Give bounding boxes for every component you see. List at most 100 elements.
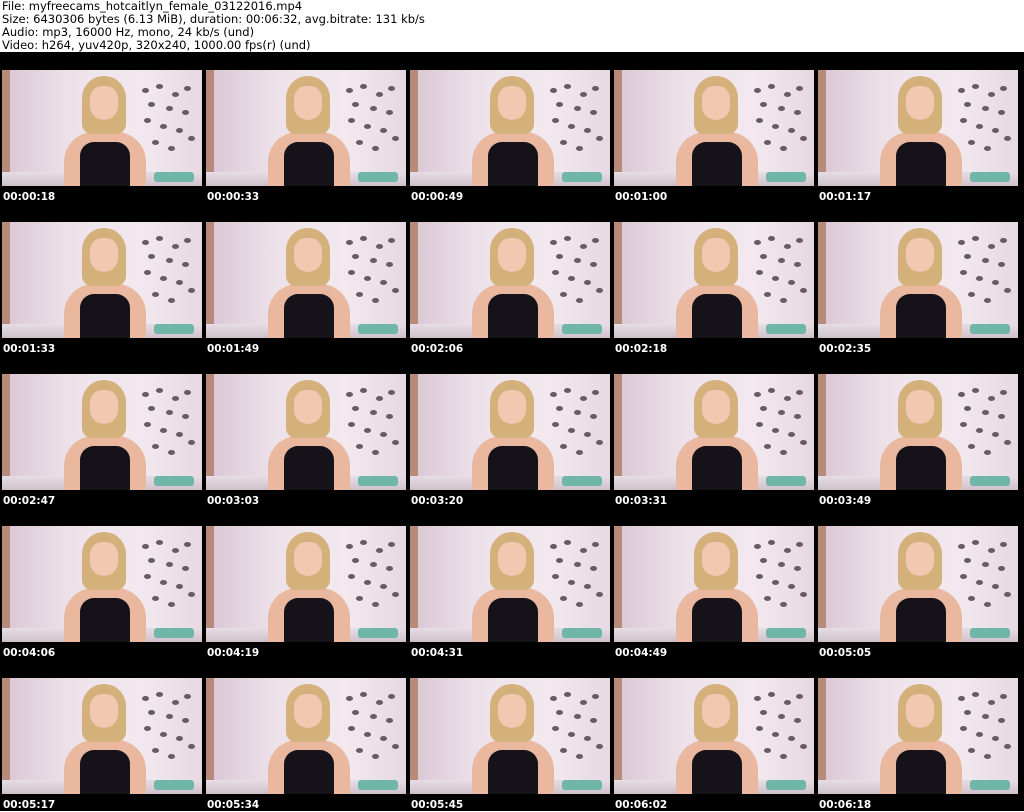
video-frame-thumbnail	[2, 374, 202, 490]
person-figure	[468, 380, 558, 490]
butterfly-decal	[372, 602, 379, 607]
butterfly-decal	[388, 542, 395, 547]
butterfly-decal	[376, 92, 383, 97]
video-frame-thumbnail	[206, 70, 406, 186]
teal-pillow	[562, 476, 602, 486]
butterfly-decal	[564, 692, 571, 697]
wall-edge	[818, 526, 826, 642]
butterfly-decal	[380, 128, 387, 133]
person-figure	[672, 684, 762, 794]
butterfly-decal	[992, 736, 999, 741]
butterfly-decal	[372, 298, 379, 303]
butterfly-decal	[386, 718, 393, 723]
butterfly-decal	[356, 140, 363, 145]
person-figure	[60, 380, 150, 490]
butterfly-decal	[800, 592, 807, 597]
person-top	[896, 294, 946, 338]
butterfly-decal	[188, 592, 195, 597]
butterfly-decal	[778, 410, 785, 415]
butterfly-decal	[176, 736, 183, 741]
butterfly-decal	[800, 440, 807, 445]
butterfly-decal	[982, 562, 989, 567]
video-info-line: Video: h264, yuv420p, 320x240, 1000.00 f…	[2, 38, 311, 52]
person-figure	[264, 228, 354, 338]
thumbnail-tile: 00:05:34	[204, 660, 406, 812]
wall-edge	[2, 374, 10, 490]
video-frame-thumbnail	[206, 222, 406, 338]
person-figure	[876, 380, 966, 490]
thumbnail-tile: 00:01:49	[204, 204, 406, 356]
video-frame-thumbnail	[410, 70, 610, 186]
teal-pillow	[154, 628, 194, 638]
person-figure	[264, 380, 354, 490]
butterfly-decal	[784, 244, 791, 249]
wall-edge	[614, 678, 622, 794]
timestamp-label: 00:04:06	[3, 647, 56, 659]
butterfly-decal	[156, 692, 163, 697]
butterfly-decal	[392, 744, 399, 749]
butterfly-decal	[370, 258, 377, 263]
butterfly-decal	[992, 584, 999, 589]
teal-pillow	[970, 172, 1010, 182]
butterfly-decal	[998, 718, 1005, 723]
butterfly-decal	[160, 124, 167, 129]
butterfly-decal	[784, 396, 791, 401]
butterfly-decal	[788, 432, 795, 437]
butterfly-decal	[590, 414, 597, 419]
butterfly-decal	[580, 700, 587, 705]
person-figure	[876, 532, 966, 642]
butterfly-decal	[392, 592, 399, 597]
wall-edge	[2, 222, 10, 338]
butterfly-decal	[576, 146, 583, 151]
butterfly-decal	[592, 238, 599, 243]
butterfly-decal	[166, 258, 173, 263]
person-top	[80, 294, 130, 338]
wall-edge	[818, 374, 826, 490]
butterfly-decal	[568, 732, 575, 737]
butterfly-decal	[172, 92, 179, 97]
butterfly-decal	[768, 540, 775, 545]
video-frame-thumbnail	[818, 70, 1018, 186]
butterfly-decal	[800, 136, 807, 141]
timestamp-label: 00:02:35	[819, 343, 872, 355]
butterfly-decal	[182, 414, 189, 419]
butterfly-decal	[984, 602, 991, 607]
butterfly-decal	[370, 410, 377, 415]
butterfly-decal	[392, 288, 399, 293]
butterfly-decal	[592, 86, 599, 91]
person-face	[90, 86, 118, 120]
video-frame-thumbnail	[410, 526, 610, 642]
person-face	[906, 390, 934, 424]
butterfly-decal	[984, 146, 991, 151]
timestamp-label: 00:03:03	[207, 495, 260, 507]
butterfly-decal	[984, 450, 991, 455]
person-face	[294, 542, 322, 576]
person-top	[692, 750, 742, 794]
butterfly-decal	[168, 754, 175, 759]
butterfly-decal	[576, 602, 583, 607]
butterfly-decal	[998, 262, 1005, 267]
timestamp-label: 00:00:49	[411, 191, 464, 203]
butterfly-decal	[982, 714, 989, 719]
butterfly-decal	[580, 396, 587, 401]
wall-edge	[206, 374, 214, 490]
timestamp-label: 00:05:05	[819, 647, 872, 659]
person-top	[488, 750, 538, 794]
butterfly-decal	[1000, 694, 1007, 699]
butterfly-decal	[386, 414, 393, 419]
video-frame-thumbnail	[2, 678, 202, 794]
thumbnail-tile: 00:03:20	[408, 356, 610, 508]
file-info-header: File: myfreecams_hotcaitlyn_female_03122…	[2, 0, 425, 52]
butterfly-decal	[778, 106, 785, 111]
timestamp-label: 00:01:33	[3, 343, 56, 355]
person-top	[896, 446, 946, 490]
butterfly-decal	[156, 388, 163, 393]
thumbnail-row: 00:05:17 00:05:34 00:05:45 00:06:02 00:06:18	[0, 660, 1024, 812]
wall-edge	[206, 70, 214, 186]
teal-pillow	[970, 780, 1010, 790]
butterfly-decal	[356, 596, 363, 601]
butterfly-decal	[988, 548, 995, 553]
butterfly-decal	[564, 84, 571, 89]
butterfly-decal	[568, 124, 575, 129]
butterfly-decal	[788, 280, 795, 285]
